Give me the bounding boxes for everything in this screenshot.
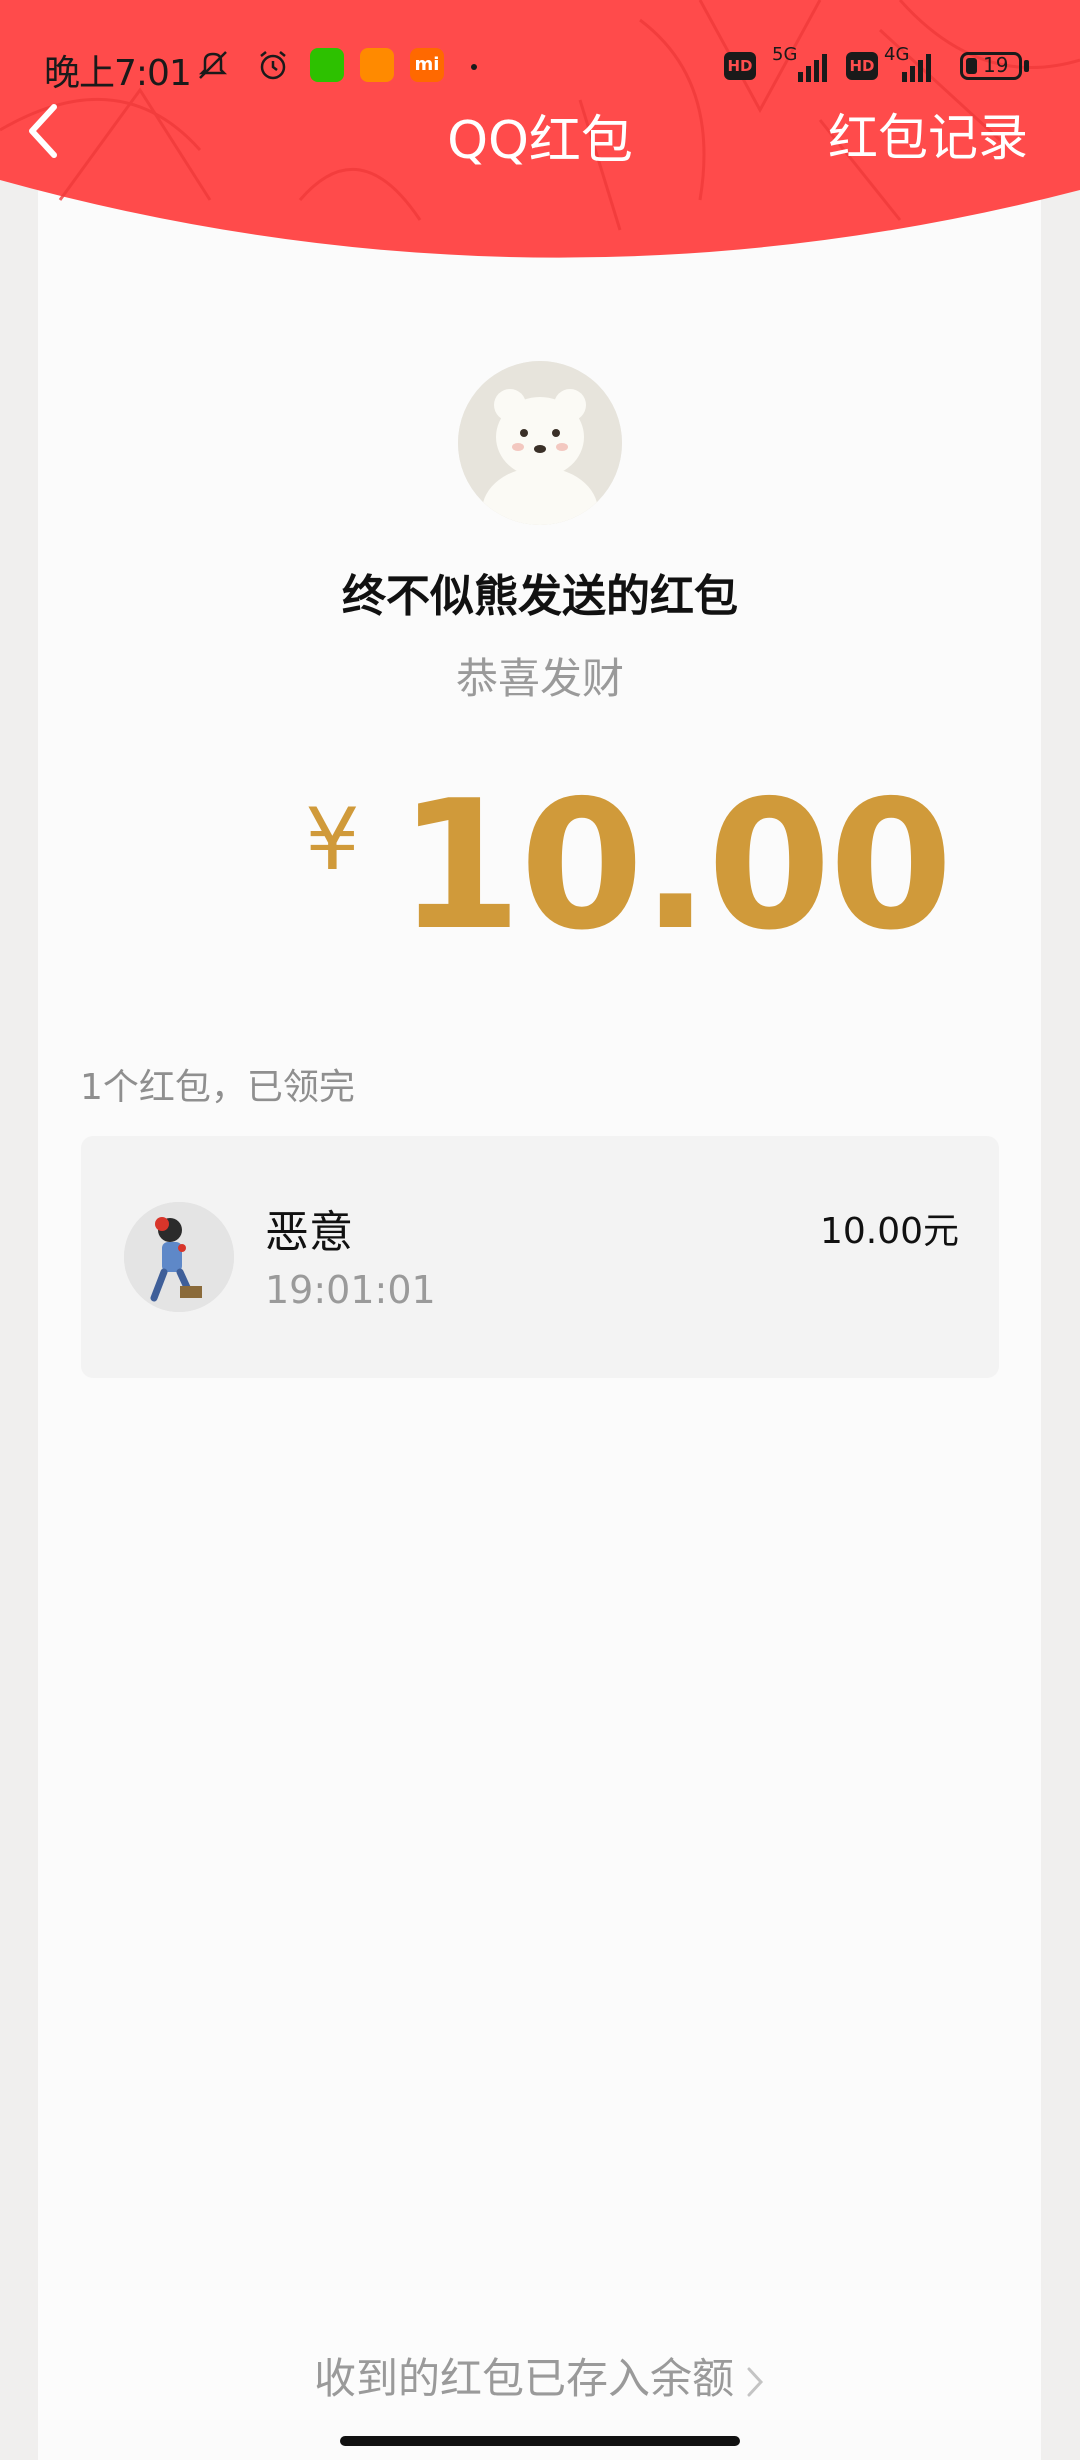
mi-icon: mi	[410, 48, 444, 82]
alarm-icon	[260, 51, 286, 80]
receiver-avatar[interactable]	[124, 1202, 234, 1312]
battery-icon: 19	[960, 52, 1022, 80]
currency-symbol: ¥	[305, 790, 360, 890]
battery-level: 19	[983, 53, 1009, 77]
red-packet-records-button[interactable]: 红包记录	[828, 98, 1028, 170]
amount-row: ¥ 10.00	[0, 762, 1080, 969]
mute-icon	[198, 51, 228, 79]
receiver-name: 恶意	[265, 1207, 353, 1258]
sender-avatar[interactable]	[458, 361, 622, 525]
chevron-right-icon	[747, 2367, 764, 2396]
notification-dot	[471, 64, 477, 70]
balance-link-text: 收到的红包已存入余额	[313, 2354, 734, 2403]
packet-summary: 1个红包，已领完	[80, 1067, 355, 1108]
hd-badge-2: HD	[846, 52, 878, 80]
red-packet-detail-page: 晚上7:01 mi HD 5G HD 4G 19 QQ红包 红包记录 终不似熊发…	[0, 0, 1080, 2460]
wechat-icon	[310, 48, 344, 82]
list-item[interactable]: 恶意 19:01:01 10.00元	[81, 1136, 999, 1378]
app-notification-icon	[360, 48, 394, 82]
received-amount: 10.00	[398, 762, 953, 969]
signal-icon-1	[798, 54, 827, 82]
status-time: 晚上7:01	[44, 53, 192, 94]
balance-link[interactable]: 收到的红包已存入余额	[0, 2345, 1080, 2406]
receiver-avatar-image	[124, 1202, 234, 1312]
home-indicator[interactable]	[340, 2436, 740, 2446]
greeting-text: 恭喜发财	[455, 654, 624, 703]
polar-bear-avatar-image	[458, 361, 622, 525]
receive-time: 19:01:01	[265, 1268, 436, 1312]
hd-badge-1: HD	[724, 52, 756, 80]
signal-icon-2	[902, 54, 931, 82]
receiver-amount: 10.00元	[819, 1211, 959, 1252]
sender-name: 终不似熊发送的红包	[342, 571, 738, 622]
